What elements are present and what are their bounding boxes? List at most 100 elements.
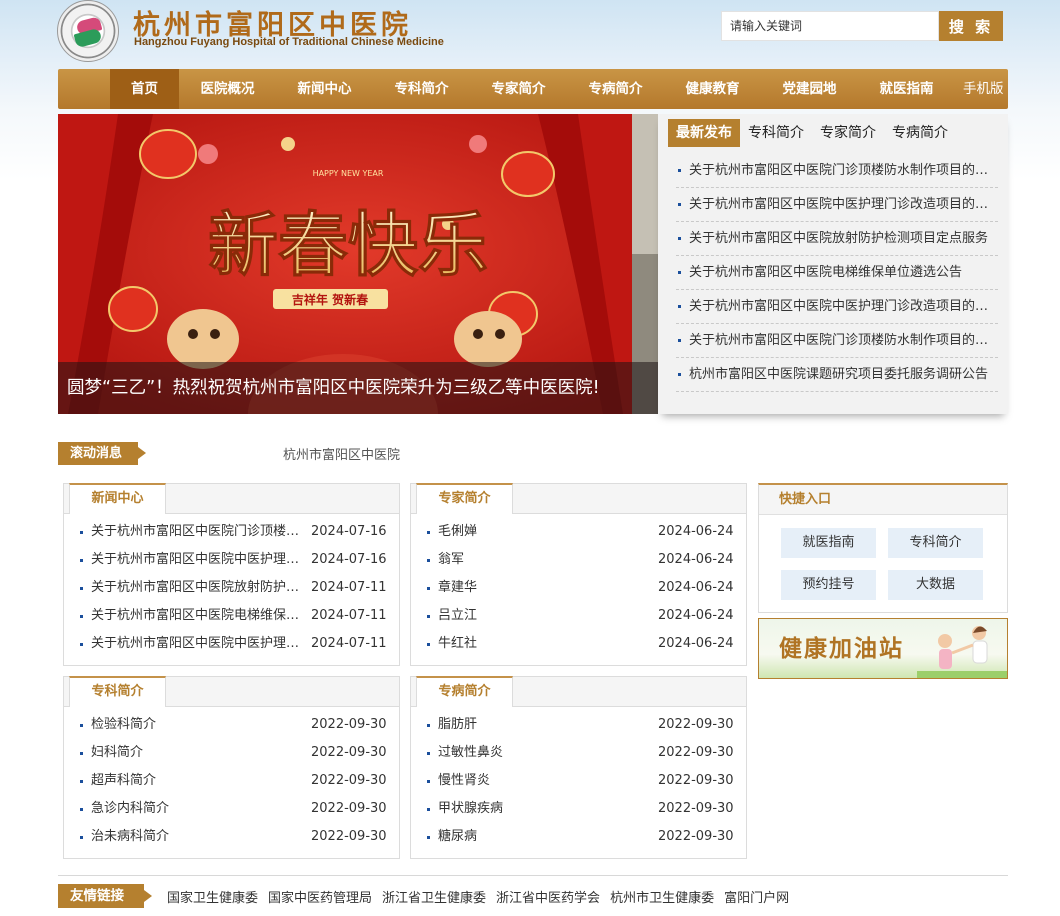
latest-news-panel: 最新发布 专科简介 专家简介 专病简介 关于杭州市富阳区中医院门诊顶楼防水制作项…: [658, 114, 1008, 414]
nav-mobile-link[interactable]: 手机版: [963, 69, 1004, 109]
list-item[interactable]: 治未病科简介 2022-09-30: [79, 823, 399, 851]
list-item-title[interactable]: 检验科简介: [91, 711, 311, 739]
list-item[interactable]: 关于杭州市富阳区中医院中医护理门诊改造项目2024-07-11: [79, 630, 399, 658]
friend-link[interactable]: 浙江省中医药学会: [496, 887, 600, 906]
box-title-news[interactable]: 新闻中心: [69, 483, 166, 514]
list-item[interactable]: 慢性肾炎 2022-09-30: [426, 767, 746, 795]
nav-item-health-education[interactable]: 健康教育: [664, 69, 761, 109]
friend-link[interactable]: 国家中医药管理局: [268, 887, 372, 906]
list-item-title[interactable]: 甲状腺疾病: [438, 795, 658, 823]
list-item[interactable]: 牛红社 2024-06-24: [426, 630, 746, 658]
box-header: 专科简介: [64, 676, 399, 707]
tab-experts[interactable]: 专家简介: [812, 119, 884, 147]
box-title-specialty[interactable]: 专科简介: [69, 676, 166, 707]
list-item[interactable]: 章建华 2024-06-24: [426, 574, 746, 602]
list-item[interactable]: 关于杭州市富阳区中医院放射防护检测项目定点2024-07-11: [79, 574, 399, 602]
list-item[interactable]: 关于杭州市富阳区中医院中医护理门诊改造项目2024-07-16: [79, 546, 399, 574]
list-item-date: 2024-06-24: [658, 552, 734, 567]
list-item[interactable]: 杭州市富阳区中医院课题研究项目委托服务调研公告: [676, 358, 998, 392]
list-item-title[interactable]: 超声科简介: [91, 767, 311, 795]
box-title-diseases[interactable]: 专病简介: [416, 676, 513, 707]
list-item-title[interactable]: 关于杭州市富阳区中医院门诊顶楼防水制作项目: [91, 518, 311, 546]
list-item-title[interactable]: 翁军: [438, 546, 658, 574]
news-panel-tabs: 最新发布 专科简介 专家简介 专病简介: [668, 119, 956, 147]
list-item-title[interactable]: 章建华: [438, 574, 658, 602]
banner-art-title: 新春快乐: [208, 203, 488, 286]
nav-item-news[interactable]: 新闻中心: [276, 69, 373, 109]
footer-divider: [58, 875, 1008, 876]
list-item-title[interactable]: 妇科简介: [91, 739, 311, 767]
list-item[interactable]: 关于杭州市富阳区中医院放射防护检测项目定点服务: [676, 222, 998, 256]
box-title-experts[interactable]: 专家简介: [416, 483, 513, 514]
list-item[interactable]: 关于杭州市富阳区中医院门诊顶楼防水制作项目的公告: [676, 154, 998, 188]
list-item[interactable]: 检验科简介 2022-09-30: [79, 711, 399, 739]
list-item-title[interactable]: 急诊内科简介: [91, 795, 311, 823]
list-item[interactable]: 毛俐婵 2024-06-24: [426, 518, 746, 546]
ticker-message[interactable]: 杭州市富阳区中医院: [283, 444, 400, 463]
list-item-date: 2022-09-30: [658, 829, 734, 844]
friend-link[interactable]: 浙江省卫生健康委: [382, 887, 486, 906]
list-item-date: 2022-09-30: [311, 801, 387, 816]
list-item-date: 2024-07-11: [311, 580, 387, 595]
list-item[interactable]: 关于杭州市富阳区中医院中医护理门诊改造项目的公告: [676, 290, 998, 324]
list-item[interactable]: 糖尿病 2022-09-30: [426, 823, 746, 851]
list-item[interactable]: 关于杭州市富阳区中医院中医护理门诊改造项目的公告: [676, 188, 998, 222]
list-item[interactable]: 翁军 2024-06-24: [426, 546, 746, 574]
ticker-label: 滚动消息: [58, 442, 146, 465]
quick-button-guide[interactable]: 就医指南: [781, 528, 876, 558]
nav-item-experts[interactable]: 专家简介: [470, 69, 567, 109]
list-item-date: 2022-09-30: [311, 773, 387, 788]
friend-link[interactable]: 国家卫生健康委: [167, 887, 258, 906]
list-item-title[interactable]: 脂肪肝: [438, 711, 658, 739]
tab-diseases[interactable]: 专病简介: [884, 119, 956, 147]
list-item-title[interactable]: 关于杭州市富阳区中医院中医护理门诊改造项目: [91, 630, 311, 658]
nav-item-party[interactable]: 党建园地: [761, 69, 858, 109]
list-item-date: 2022-09-30: [658, 717, 734, 732]
search-button[interactable]: 搜 索: [939, 11, 1003, 41]
list-item-title[interactable]: 吕立江: [438, 602, 658, 630]
list-item-title[interactable]: 关于杭州市富阳区中医院电梯维保单位遴选公告: [91, 602, 311, 630]
list-item[interactable]: 急诊内科简介 2022-09-30: [79, 795, 399, 823]
quick-button-appointment[interactable]: 预约挂号: [781, 570, 876, 600]
diseases-box: 专病简介 脂肪肝 2022-09-30 过敏性鼻炎 2022-09-30 慢性肾炎 2…: [410, 676, 747, 859]
tab-latest[interactable]: 最新发布: [668, 119, 740, 147]
nav-item-overview[interactable]: 医院概况: [179, 69, 276, 109]
latest-news-list: 关于杭州市富阳区中医院门诊顶楼防水制作项目的公告 关于杭州市富阳区中医院中医护理…: [676, 154, 998, 392]
list-item-title[interactable]: 关于杭州市富阳区中医院放射防护检测项目定点: [91, 574, 311, 602]
nav-item-guide[interactable]: 就医指南: [858, 69, 955, 109]
list-item-title[interactable]: 慢性肾炎: [438, 767, 658, 795]
tab-specialty[interactable]: 专科简介: [740, 119, 812, 147]
friend-link[interactable]: 富阳门户网: [724, 887, 789, 906]
list-item[interactable]: 过敏性鼻炎 2022-09-30: [426, 739, 746, 767]
nav-item-diseases[interactable]: 专病简介: [567, 69, 664, 109]
list-item[interactable]: 甲状腺疾病 2022-09-30: [426, 795, 746, 823]
specialty-box: 专科简介 检验科简介 2022-09-30 妇科简介 2022-09-30 超声科简…: [63, 676, 400, 859]
search-input[interactable]: [721, 11, 939, 41]
list-item[interactable]: 超声科简介 2022-09-30: [79, 767, 399, 795]
friend-link[interactable]: 杭州市卫生健康委: [610, 887, 714, 906]
list-item[interactable]: 关于杭州市富阳区中医院电梯维保单位遴选公告2024-07-11: [79, 602, 399, 630]
banner-slider[interactable]: 新春快乐 HAPPY NEW YEAR 吉祥年 贺新春 圆梦“三乙”！热烈祝贺杭…: [58, 114, 658, 414]
list-item-title[interactable]: 糖尿病: [438, 823, 658, 851]
nav-item-specialty[interactable]: 专科简介: [373, 69, 470, 109]
list-item-date: 2024-06-24: [658, 608, 734, 623]
list-item-title[interactable]: 关于杭州市富阳区中医院中医护理门诊改造项目: [91, 546, 311, 574]
list-item[interactable]: 吕立江 2024-06-24: [426, 602, 746, 630]
list-item-date: 2024-07-16: [311, 524, 387, 539]
list-item-title[interactable]: 牛红社: [438, 630, 658, 658]
list-item-title[interactable]: 治未病科简介: [91, 823, 311, 851]
banner-caption[interactable]: 圆梦“三乙”！热烈祝贺杭州市富阳区中医院荣升为三级乙等中医医院!: [58, 362, 658, 414]
list-item[interactable]: 关于杭州市富阳区中医院电梯维保单位遴选公告: [676, 256, 998, 290]
list-item[interactable]: 关于杭州市富阳区中医院门诊顶楼防水制作项目的公告: [676, 324, 998, 358]
hospital-logo-icon[interactable]: [57, 0, 119, 62]
health-station-banner[interactable]: 健康加油站: [758, 618, 1008, 679]
nav-item-home[interactable]: 首页: [110, 69, 179, 109]
quick-button-big-data[interactable]: 大数据: [888, 570, 983, 600]
quick-button-specialty[interactable]: 专科简介: [888, 528, 983, 558]
list-item[interactable]: 关于杭州市富阳区中医院门诊顶楼防水制作项目2024-07-16: [79, 518, 399, 546]
list-item-title[interactable]: 毛俐婵: [438, 518, 658, 546]
list-item[interactable]: 妇科简介 2022-09-30: [79, 739, 399, 767]
list-item[interactable]: 脂肪肝 2022-09-30: [426, 711, 746, 739]
list-item-title[interactable]: 过敏性鼻炎: [438, 739, 658, 767]
list-item-date: 2024-06-24: [658, 580, 734, 595]
